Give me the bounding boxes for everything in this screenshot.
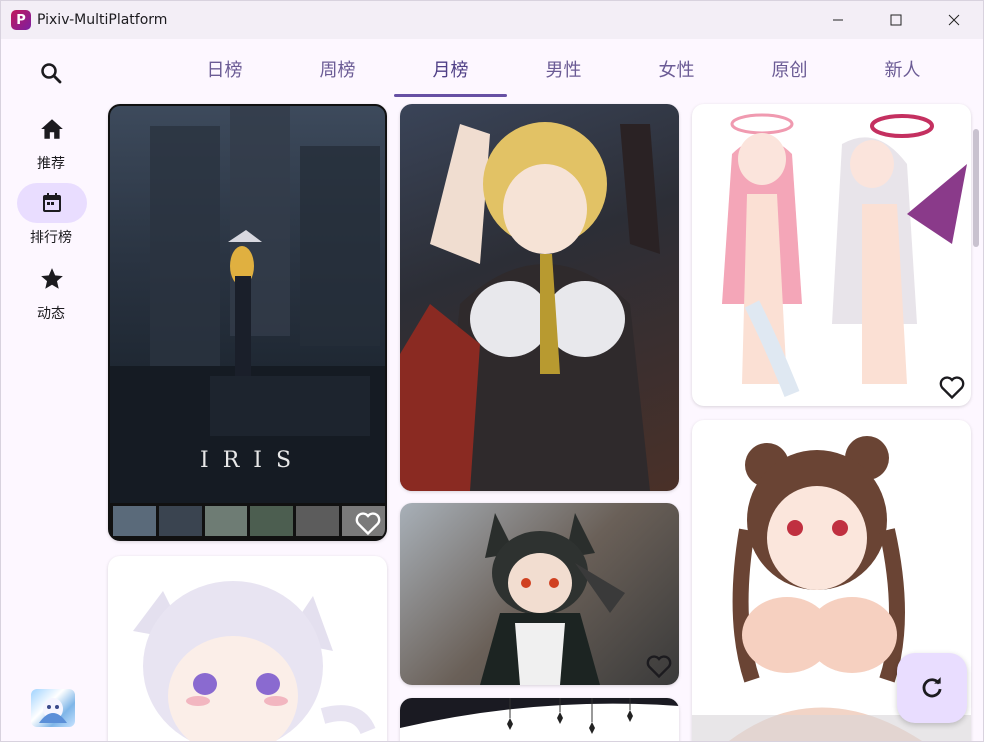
heart-icon[interactable] [645, 653, 673, 679]
thumbnail[interactable] [250, 506, 294, 536]
artwork-card-wolf-girl[interactable] [400, 503, 679, 685]
tab-rookie[interactable]: 新人 [846, 39, 959, 99]
artwork-card-two-girls[interactable] [692, 104, 971, 406]
close-icon [948, 14, 960, 26]
thumbnail[interactable] [204, 506, 248, 536]
artwork-card-cat-girl[interactable] [108, 556, 387, 741]
heart-icon[interactable] [938, 374, 966, 400]
sidebar-item-recommend[interactable]: 推荐 [1, 109, 101, 173]
nav-pill-active [17, 183, 87, 223]
heart-icon[interactable] [354, 510, 382, 536]
artwork-card-stars[interactable] [400, 698, 679, 741]
user-avatar[interactable] [31, 689, 75, 727]
tab-male[interactable]: 男性 [507, 39, 620, 99]
star-icon [41, 268, 63, 289]
calendar-icon [43, 193, 61, 212]
refresh-button[interactable] [897, 653, 967, 723]
home-icon [41, 119, 63, 139]
navigation-rail: 推荐 排行榜 动态 [1, 39, 101, 741]
tab-monthly[interactable]: 月榜 [394, 39, 507, 99]
close-button[interactable] [925, 1, 983, 39]
tab-original[interactable]: 原创 [733, 39, 846, 99]
artwork-image [133, 581, 376, 741]
app-logo-icon: P [11, 10, 31, 30]
window-controls [809, 1, 983, 39]
artwork-thumbnail-strip [110, 503, 385, 539]
tab-female[interactable]: 女性 [620, 39, 733, 99]
artwork-image [400, 122, 660, 491]
sidebar-item-label: 排行榜 [30, 230, 72, 246]
refresh-icon [922, 677, 942, 698]
title-bar: P Pixiv-MultiPlatform [1, 1, 983, 39]
sidebar-item-ranking[interactable]: 排行榜 [1, 183, 101, 247]
sidebar-item-label: 推荐 [37, 156, 65, 172]
artwork-image [400, 698, 679, 734]
artwork-card-blonde[interactable] [400, 104, 679, 491]
minimize-button[interactable] [809, 1, 867, 39]
maximize-button[interactable] [867, 1, 925, 39]
sidebar-item-feed[interactable]: 动态 [1, 259, 101, 323]
artwork-image [480, 513, 625, 685]
scrollbar[interactable] [973, 129, 979, 247]
artwork-card-iris[interactable]: IRIS [108, 104, 387, 541]
thumbnail[interactable] [113, 506, 156, 536]
thumbnail[interactable] [296, 506, 340, 536]
thumbnail[interactable] [158, 506, 202, 536]
sidebar-item-label: 动态 [37, 306, 65, 322]
nav-pill [17, 259, 87, 299]
window-title: Pixiv-MultiPlatform [37, 12, 168, 28]
tab-weekly[interactable]: 周榜 [281, 39, 394, 99]
tab-indicator [394, 94, 507, 97]
nav-pill [17, 109, 87, 149]
tab-daily[interactable]: 日榜 [168, 39, 281, 99]
ranking-tabs: 日榜 周榜 月榜 男性 女性 原创 新人 [101, 39, 983, 99]
artwork-image [722, 113, 967, 397]
artwork-overlay-text: IRIS [200, 448, 306, 473]
minimize-icon [833, 19, 843, 21]
search-button[interactable] [37, 59, 65, 87]
search-icon [41, 63, 62, 84]
app-window: P Pixiv-MultiPlatform 推荐 排行榜 动态 日榜 周榜 月榜… [0, 0, 984, 742]
artwork-image [110, 106, 385, 506]
maximize-icon [890, 14, 902, 26]
